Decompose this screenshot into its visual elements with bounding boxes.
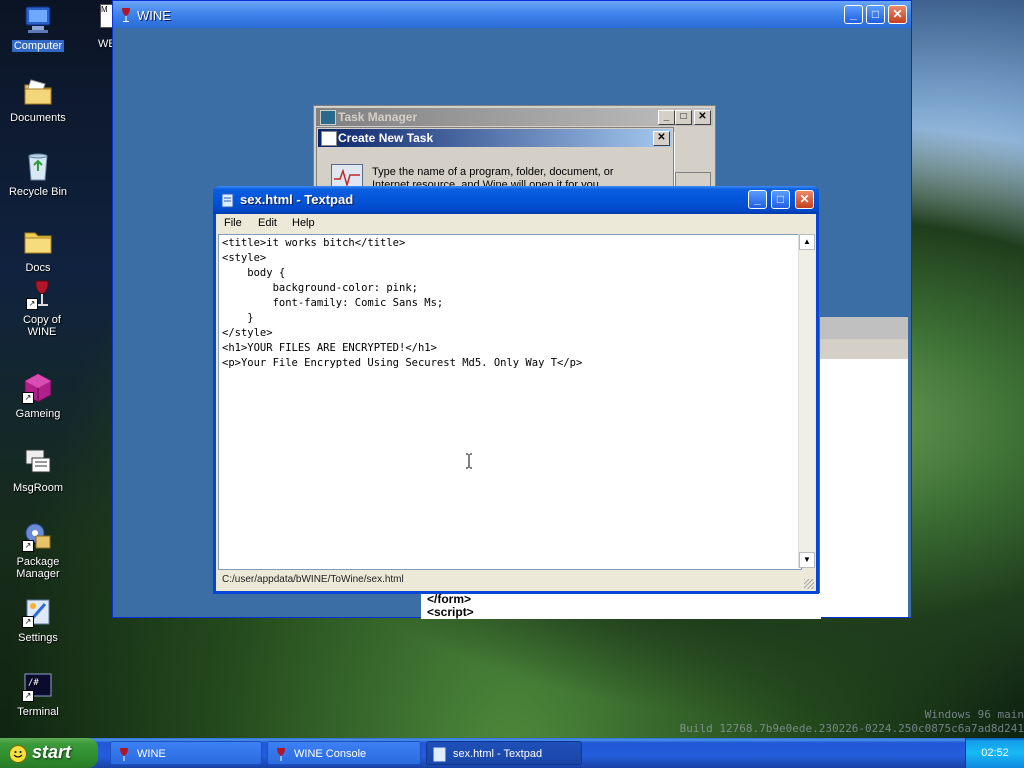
taskbar-item-label: WINE Console [294,748,367,760]
maximize-button[interactable]: □ [866,5,885,24]
wine-glass-icon: ↗ [26,278,58,310]
maximize-button[interactable]: □ [771,190,790,209]
status-bar: C:/user/appdata/bWINE/ToWine/sex.html [222,574,404,585]
desktop-icon-terminal[interactable]: /# ↗ Terminal [0,670,76,718]
start-smiley-icon [9,745,27,763]
resize-grip-icon[interactable] [804,579,814,589]
shortcut-arrow-icon: ↗ [22,616,34,628]
close-button[interactable]: ✕ [694,110,711,125]
menu-help[interactable]: Help [292,217,315,229]
computer-icon [22,4,54,36]
start-button[interactable]: start [0,738,98,768]
watermark-line: Build 12768.7b9e0ede.230226-0224.250c087… [679,722,1024,735]
minimize-button[interactable]: _ [844,5,863,24]
scroll-down-arrow-icon[interactable]: ▼ [799,552,815,568]
textpad-icon [221,193,235,208]
shortcut-arrow-icon: ↗ [22,540,34,552]
textpad-titlebar[interactable]: sex.html - Textpad _ □ ✕ [213,186,819,214]
taskbar-item-label: WINE [137,748,166,760]
close-button[interactable]: ✕ [795,190,814,209]
settings-icon: ↗ [22,596,54,628]
recycle-bin-icon [22,150,54,182]
textpad-window[interactable]: sex.html - Textpad _ □ ✕ File Edit Help … [213,186,819,594]
desktop-icon-label: Recycle Bin [8,186,68,198]
menu-edit[interactable]: Edit [258,217,277,229]
create-task-titlebar[interactable]: Create New Task ✕ [318,129,672,147]
wine-glass-icon [119,7,133,22]
maximize-button[interactable]: □ [675,110,692,125]
desktop-icon-label: Settings [18,632,58,644]
background-document: </form> <script> [421,593,821,619]
clock[interactable]: 02:52 [981,747,1009,759]
desktop-icon-settings[interactable]: ↗ Settings [0,596,76,644]
textpad-title: sex.html - Textpad [240,192,354,207]
shortcut-arrow-icon: ↗ [26,298,38,310]
desktop-icon-label: Computer [11,40,65,52]
background-window [820,317,908,617]
task-manager-titlebar[interactable]: Task Manager _ □ ✕ [316,108,713,126]
game-cube-icon: ↗ [22,372,54,404]
taskbar-item-textpad[interactable]: sex.html - Textpad [426,741,582,765]
wine-glass-icon [274,747,288,761]
system-tray: 02:52 [965,738,1024,768]
wine-glass-icon [117,747,131,761]
editor-content[interactable]: <title>it works bitch</title> <style> bo… [219,235,801,372]
dialog-icon [321,131,337,146]
documents-folder-icon [22,76,54,108]
desktop-icon-label: Documents [10,112,66,124]
task-manager-title: Task Manager [338,110,418,124]
desktop-icon-gameing[interactable]: ↗ Gameing [0,372,76,420]
task-manager-panel [674,132,711,194]
terminal-icon: /# ↗ [22,670,54,702]
shortcut-arrow-icon: ↗ [22,690,34,702]
wine-titlebar[interactable]: WINE _ □ ✕ [113,1,911,28]
msgroom-icon [22,446,54,478]
desktop-icon-label: Package Manager [16,556,60,580]
taskbar-item-wine[interactable]: WINE [110,741,262,765]
start-label: start [32,742,72,762]
minimize-button[interactable]: _ [748,190,767,209]
menu-bar: File Edit Help [216,214,816,234]
close-button[interactable]: ✕ [653,131,670,146]
background-window-titlebar [820,317,908,339]
desktop-icon-label: MsgRoom [12,482,64,494]
desktop-icon-label: Copy of WINE [23,314,61,338]
wine-window-title: WINE [137,8,171,23]
vertical-scrollbar[interactable]: ▲ ▼ [798,234,815,568]
svg-text:/#: /# [28,678,39,688]
desktop-icon-msgroom[interactable]: MsgRoom [0,446,76,494]
desktop-icon-recycle-bin[interactable]: Recycle Bin [0,150,76,198]
desktop-icon-copy-of-wine[interactable]: ↗ Copy of WINE [4,278,80,338]
task-manager-window[interactable]: Task Manager _ □ ✕ Create New Task ✕ Typ… [313,105,716,197]
taskbar: start WINE WINE Console sex.html - Textp… [0,738,1024,768]
desktop-icon-label: Terminal [17,706,59,718]
desktop-icon-documents[interactable]: Documents [0,76,76,124]
menu-file[interactable]: File [224,217,242,229]
close-button[interactable]: ✕ [888,5,907,24]
desktop-icon-label: Docs [25,262,51,274]
textpad-icon [433,747,447,762]
background-window-toolbar [820,339,908,359]
doc-line: <script> [427,605,474,619]
doc-line: </form> [427,593,472,606]
taskbar-item-wine-console[interactable]: WINE Console [267,741,421,765]
folder-icon [22,226,54,258]
watermark-line: Windows 96 main [924,708,1024,721]
dialog-text: Type the name of a program, folder, docu… [372,166,614,178]
task-manager-icon [320,110,336,125]
text-editor[interactable]: <title>it works bitch</title> <style> bo… [218,234,802,570]
desktop-icon-docs[interactable]: Docs [0,226,76,274]
minimize-button[interactable]: _ [658,110,675,125]
shortcut-arrow-icon: ↗ [22,392,34,404]
scroll-up-arrow-icon[interactable]: ▲ [799,234,815,250]
package-manager-icon: ↗ [22,520,54,552]
desktop-icon-label: Gameing [15,408,61,420]
create-task-title: Create New Task [338,131,434,145]
text-cursor-icon [465,453,472,469]
desktop-icon-package-manager[interactable]: ↗ Package Manager [0,520,76,580]
desktop-icon-computer[interactable]: Computer [0,4,76,52]
taskbar-item-label: sex.html - Textpad [453,748,543,760]
build-watermark: Windows 96 main Build 12768.7b9e0ede.230… [680,708,1024,736]
